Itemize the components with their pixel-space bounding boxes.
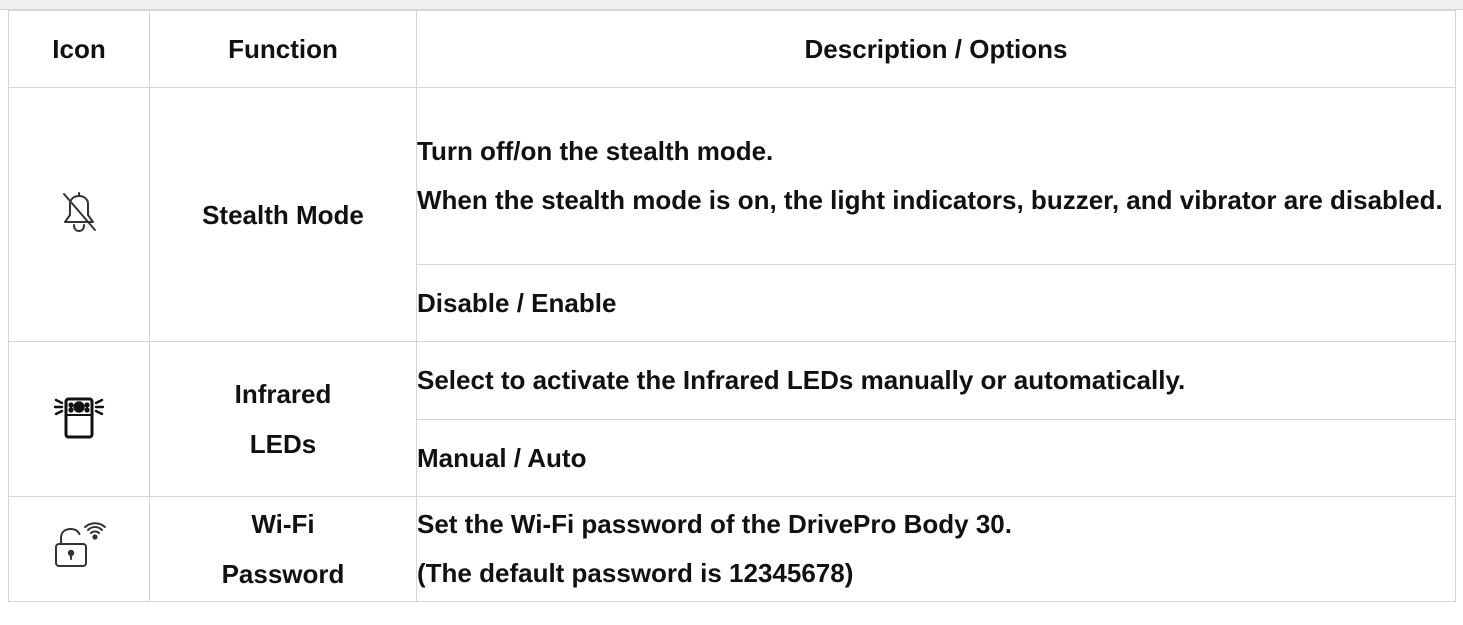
header-function: Function (149, 10, 417, 88)
infrared-camera-icon (53, 391, 105, 448)
options-cell: Manual / Auto (416, 419, 1456, 497)
header-row: Icon Function Description / Options (8, 10, 1456, 88)
description-line: When the stealth mode is on, the light i… (417, 185, 1443, 215)
function-label: LEDs (249, 429, 317, 459)
function-cell: Wi-Fi Password (149, 496, 417, 602)
bell-off-icon (59, 189, 99, 240)
function-label: Infrared (234, 379, 332, 409)
function-cell: Infrared LEDs (149, 341, 417, 497)
function-label: Stealth Mode (202, 199, 364, 230)
description-line: Turn off/on the stealth mode. (417, 136, 774, 166)
function-cell: Stealth Mode (149, 87, 417, 342)
options-text: Disable / Enable (417, 287, 617, 318)
table-row: Wi-Fi Password Set the Wi-Fi password of… (8, 496, 1456, 602)
description-line: Set the Wi-Fi password of the DrivePro B… (417, 509, 1012, 539)
description-cell: Turn off/on the stealth mode. When the s… (416, 87, 1456, 265)
icon-cell (8, 496, 150, 602)
function-label: Password (221, 559, 345, 589)
table-row: Infrared LEDs Select to activate the Inf… (8, 341, 1456, 497)
wifi-lock-icon (51, 521, 107, 577)
description-line: (The default password is 12345678) (417, 558, 854, 588)
description-text: Select to activate the Infrared LEDs man… (417, 365, 1186, 395)
header-description: Description / Options (416, 10, 1456, 88)
function-label: Wi-Fi (251, 509, 315, 539)
options-text: Manual / Auto (417, 442, 587, 473)
options-cell: Disable / Enable (416, 264, 1456, 342)
icon-cell (8, 341, 150, 497)
table-row: Stealth Mode Turn off/on the stealth mod… (8, 87, 1456, 342)
top-band (0, 0, 1463, 10)
header-icon: Icon (8, 10, 150, 88)
icon-cell (8, 87, 150, 342)
description-cell: Set the Wi-Fi password of the DrivePro B… (416, 496, 1456, 602)
settings-table: Icon Function Description / Options Stea… (8, 10, 1456, 602)
description-cell: Select to activate the Infrared LEDs man… (416, 341, 1456, 420)
